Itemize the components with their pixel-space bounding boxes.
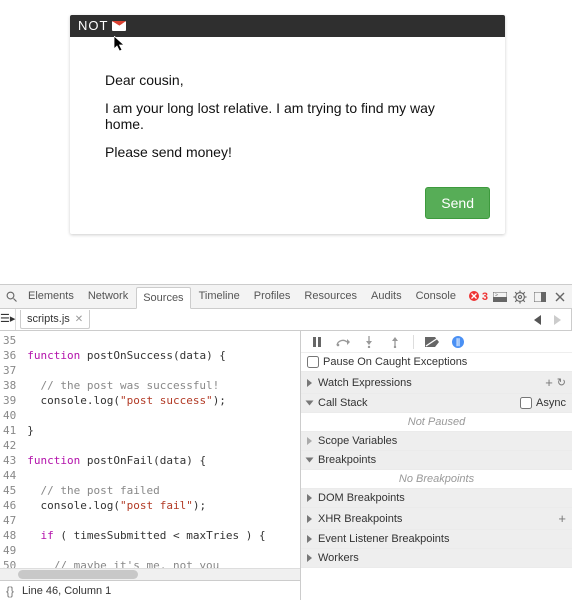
debugger-side-pane: Pause On Caught Exceptions Watch Express…: [301, 331, 572, 600]
async-checkbox[interactable]: [520, 397, 532, 409]
tab-elements[interactable]: Elements: [22, 286, 80, 308]
chevron-right-icon: [307, 437, 312, 445]
code-statusbar: {} Line 46, Column 1: [0, 580, 300, 600]
svg-text:>_: >_: [495, 292, 501, 298]
pause-on-caught-label: Pause On Caught Exceptions: [323, 356, 467, 368]
tab-timeline[interactable]: Timeline: [193, 286, 246, 308]
deactivate-breakpoints-icon[interactable]: [424, 334, 440, 350]
event-bp-label: Event Listener Breakpoints: [318, 533, 449, 545]
pause-on-caught-row[interactable]: Pause On Caught Exceptions: [301, 353, 572, 372]
pause-on-exceptions-icon[interactable]: [450, 334, 466, 350]
xhr-bp-label: XHR Breakpoints: [318, 513, 402, 525]
pretty-print-icon[interactable]: {}: [6, 584, 14, 598]
history-fwd-icon[interactable]: [549, 312, 565, 328]
no-breakpoints-label: No Breakpoints: [301, 470, 572, 489]
dom-breakpoints-header[interactable]: DOM Breakpoints: [301, 489, 572, 508]
pause-icon[interactable]: [309, 334, 325, 350]
xhr-breakpoints-header[interactable]: XHR Breakpoints +: [301, 508, 572, 530]
breakpoints-header[interactable]: Breakpoints: [301, 451, 572, 470]
tab-sources[interactable]: Sources: [136, 287, 190, 309]
add-xhr-bp-icon[interactable]: +: [558, 511, 566, 526]
async-label: Async: [536, 397, 566, 409]
search-icon[interactable]: [4, 289, 20, 305]
call-stack-header[interactable]: Call Stack Async: [301, 394, 572, 413]
chevron-right-icon: [307, 515, 312, 523]
chevron-down-icon: [306, 458, 314, 463]
step-into-icon[interactable]: [361, 334, 377, 350]
scope-label: Scope Variables: [318, 435, 397, 447]
scrollbar-thumb[interactable]: [18, 570, 138, 579]
history-back-icon[interactable]: [530, 312, 546, 328]
workers-header[interactable]: Workers: [301, 549, 572, 568]
devtools-tabs: ElementsNetworkSourcesTimelineProfilesRe…: [22, 286, 467, 308]
step-out-icon[interactable]: [387, 334, 403, 350]
error-badge[interactable]: 3: [469, 291, 488, 303]
chevron-right-icon: [307, 494, 312, 502]
email-line-1: I am your long lost relative. I am tryin…: [105, 100, 470, 132]
tab-audits[interactable]: Audits: [365, 286, 408, 308]
breakpoints-label: Breakpoints: [318, 454, 376, 466]
call-stack-label: Call Stack: [318, 397, 368, 409]
watch-expressions-header[interactable]: Watch Expressions + ↻: [301, 372, 572, 394]
email-salutation: Dear cousin,: [105, 72, 470, 88]
scope-header[interactable]: Scope Variables: [301, 432, 572, 451]
add-watch-icon[interactable]: +: [545, 375, 553, 390]
code-editor[interactable]: 35 36 37 38 39 40 41 42 43 44 45 46 47 4…: [0, 331, 300, 568]
watch-label: Watch Expressions: [318, 377, 412, 389]
email-body[interactable]: Dear cousin, I am your long lost relativ…: [70, 37, 505, 187]
chevron-right-icon: [307, 379, 312, 387]
close-icon[interactable]: [552, 289, 568, 305]
tab-network[interactable]: Network: [82, 286, 134, 308]
pause-on-caught-checkbox[interactable]: [307, 356, 319, 368]
step-over-icon[interactable]: [335, 334, 351, 350]
email-line-2: Please send money!: [105, 144, 470, 160]
gmail-icon: [112, 21, 126, 31]
tab-console[interactable]: Console: [410, 286, 462, 308]
refresh-watch-icon[interactable]: ↻: [557, 376, 566, 389]
file-tab[interactable]: scripts.js ✕: [20, 310, 90, 329]
horizontal-scrollbar[interactable]: [0, 568, 300, 580]
code-lines[interactable]: function postOnSuccess(data) { // the po…: [21, 331, 300, 568]
email-footer: Send: [70, 187, 505, 234]
devtools-header-right: 3 >_: [469, 289, 568, 305]
not-paused-label: Not Paused: [301, 413, 572, 432]
devtools-header: ElementsNetworkSourcesTimelineProfilesRe…: [0, 285, 572, 309]
chevron-down-icon: [306, 401, 314, 406]
event-breakpoints-header[interactable]: Event Listener Breakpoints: [301, 530, 572, 549]
code-pane: 35 36 37 38 39 40 41 42 43 44 45 46 47 4…: [0, 331, 301, 600]
debugger-toolbar: [301, 331, 572, 353]
cursor-position: Line 46, Column 1: [22, 585, 111, 597]
gear-icon[interactable]: [512, 289, 528, 305]
chevron-right-icon: [307, 554, 312, 562]
chevron-right-icon: [307, 535, 312, 543]
file-name: scripts.js: [27, 313, 70, 325]
workers-label: Workers: [318, 552, 359, 564]
tab-resources[interactable]: Resources: [298, 286, 363, 308]
page-top: NOT Dear cousin, I am your long lost rel…: [0, 0, 572, 284]
tab-profiles[interactable]: Profiles: [248, 286, 297, 308]
show-navigator-icon[interactable]: ☰▸: [0, 309, 16, 330]
email-title-bar[interactable]: NOT: [70, 15, 505, 37]
email-title: NOT: [78, 15, 108, 37]
devtools-subheader: ☰▸ scripts.js ✕: [0, 309, 572, 331]
line-numbers: 35 36 37 38 39 40 41 42 43 44 45 46 47 4…: [0, 331, 21, 568]
email-composer: NOT Dear cousin, I am your long lost rel…: [70, 15, 505, 234]
drawer-icon[interactable]: >_: [492, 289, 508, 305]
send-button[interactable]: Send: [425, 187, 490, 219]
close-file-icon[interactable]: ✕: [75, 314, 83, 325]
devtools: ElementsNetworkSourcesTimelineProfilesRe…: [0, 285, 572, 600]
dock-icon[interactable]: [532, 289, 548, 305]
devtools-main: 35 36 37 38 39 40 41 42 43 44 45 46 47 4…: [0, 331, 572, 600]
dom-bp-label: DOM Breakpoints: [318, 492, 405, 504]
